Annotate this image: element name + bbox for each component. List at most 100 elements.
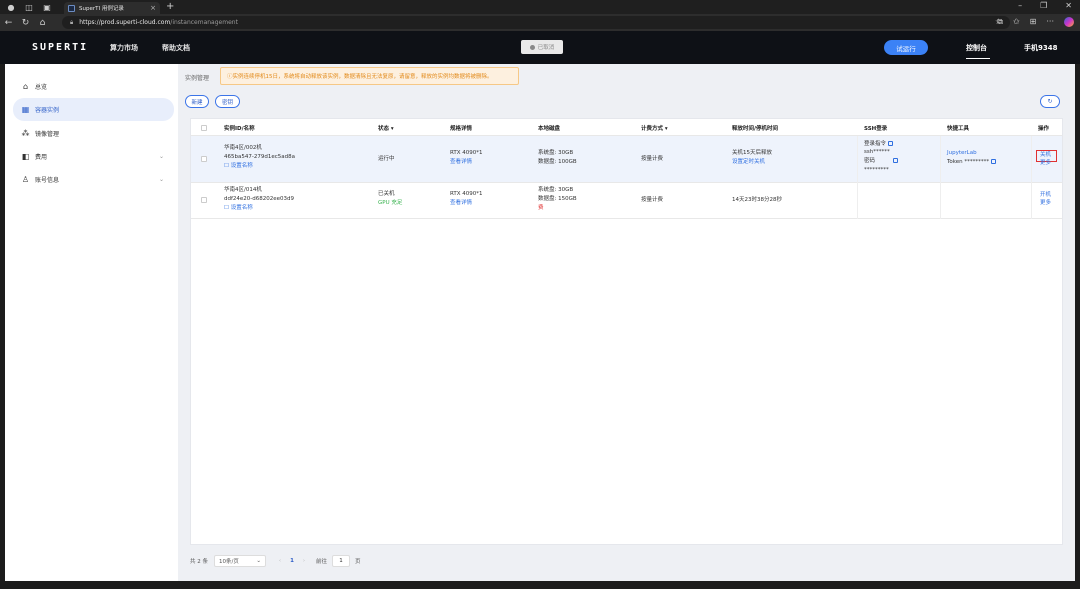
console-active-underline [966,58,990,59]
create-button[interactable]: 新建 [185,95,209,108]
billing-text: 按量计费 [641,155,663,164]
wallet-icon: ◧ [21,152,30,161]
disk-fee-note: 费 [538,204,544,213]
extensions-icon[interactable]: ⧉ [997,17,1003,27]
stopped-duration: 14天23时38分28秒 [732,196,782,205]
release-text: 关机15天后释放 [732,149,772,158]
main-content: 实例管理 ⓘ实例连续停机15日，系统将自动释放该实例，数据清除且无法复原，请留意… [185,64,1070,581]
spec-details-link[interactable]: 查看详情 [450,199,472,208]
disk-data: 数据盘: 100GB [538,158,577,167]
disk-system: 系统盘: 30GB [538,186,573,195]
restore-icon[interactable]: ❐ [1040,1,1047,10]
copy-icon[interactable] [888,141,893,146]
back-icon[interactable]: ← [0,18,17,28]
col-billing[interactable]: 计费方式 ▾ [641,124,668,132]
sidebar-item-label: 总览 [35,82,47,91]
scheduled-shutdown-link[interactable]: 设置定时关机 [732,158,765,167]
pagination: 共 2 条 10条/页⌄ ‹ 1 › 前往 1 页 [190,554,361,567]
col-status[interactable]: 状态 ▾ [378,124,394,132]
total-count: 共 2 条 [190,557,208,565]
sidebar-item-label: 费用 [35,152,47,161]
instance-id: 465ba547-279d1ec5ad8a [224,153,295,162]
column-divider [857,136,858,219]
select-all-checkbox[interactable] [201,125,207,131]
copy-icon[interactable] [991,159,996,164]
instance-table: 实例ID/名称 状态 ▾ 规格详情 本地磁盘 计费方式 ▾ 释放时间/停机时间 … [190,118,1063,545]
browser-tabstrip: ● ◫ ▣ SuperTI 用例记录 × + – ❐ ✕ [0,0,1080,14]
browser-tab[interactable]: SuperTI 用例记录 × [64,2,160,14]
close-window-icon[interactable]: ✕ [1065,1,1072,10]
goto-page-input[interactable]: 1 [332,555,350,567]
minimize-icon[interactable]: – [1018,1,1022,10]
tab-actions-icon[interactable]: ▣ [40,0,54,14]
table-row: 华南4区/014机 ddf24e20-d68202ee03d9 ☐ 设置名称 已… [191,183,1062,219]
page-size-select[interactable]: 10条/页⌄ [214,555,266,567]
copilot-icon[interactable] [1064,17,1074,27]
user-icon: ♙ [21,175,30,184]
col-release-time: 释放时间/停机时间 [732,124,778,132]
address-bar[interactable]: 🔒︎ https://prod.superti-cloud.com/instan… [62,16,1010,29]
more-actions-button[interactable]: 更多 [1040,159,1051,168]
app-header: SUPERTI 算力市场 帮助文档 已取消 试运行 控制台 手机9348 [0,31,1080,64]
window-bottom-edge [0,581,1080,589]
instance-name: 华南4区/002机 [224,144,262,153]
sidebar: ⌂ 总览 ▦ 容器实例 ⁂ 镜像管理 ◧ 费用 ⌄ ♙ 账号信息 ⌄ [5,64,178,581]
refresh-icon: ↻ [1047,98,1052,105]
set-name-link[interactable]: ☐ 设置名称 [224,204,253,213]
billing-text: 按量计费 [641,196,663,205]
col-spec: 规格详情 [450,124,472,132]
edit-icon: ☐ [224,205,231,211]
profile-icon[interactable]: ● [4,0,18,14]
spec-details-link[interactable]: 查看详情 [450,158,472,167]
nav-console[interactable]: 控制台 [966,43,987,53]
nav-help-docs[interactable]: 帮助文档 [162,43,190,53]
row-checkbox[interactable] [201,156,207,162]
sidebar-item-billing[interactable]: ◧ 费用 ⌄ [13,145,174,168]
home-icon: ⌂ [21,82,30,91]
column-divider [940,136,941,219]
brand-logo[interactable]: SUPERTI [32,42,88,53]
info-dot-icon [530,45,535,50]
page-number-current[interactable]: 1 [286,558,298,564]
url-path: /instancemanagement [170,19,238,26]
sidebar-item-container-instances[interactable]: ▦ 容器实例 [13,98,174,121]
jupyterlab-link[interactable]: JupyterLab [947,149,977,158]
status-pill-label: 已取消 [538,43,555,51]
gpu-status: GPU 充足 [378,199,402,208]
prev-page-button[interactable]: ‹ [274,558,286,564]
ssh-pwd-label-text: 密码 [864,158,875,164]
reload-icon[interactable]: ↻ [17,18,34,28]
workspaces-icon[interactable]: ◫ [22,0,36,14]
col-ssh: SSH登录 [864,124,887,132]
lock-icon[interactable]: 🔒︎ [70,19,73,27]
sidebar-item-image-management[interactable]: ⁂ 镜像管理 [13,122,174,145]
chevron-down-icon: ⌄ [159,153,164,160]
ssh-cmd-label-text: 登录指令 [864,141,886,147]
row-checkbox[interactable] [201,197,207,203]
collections-icon[interactable]: ⊞ [1030,17,1037,27]
chevron-down-icon: ⌄ [159,176,164,183]
sidebar-item-overview[interactable]: ⌂ 总览 [13,75,174,98]
more-menu-icon[interactable]: ··· [1046,17,1054,27]
favorites-icon[interactable]: ✩ [1013,17,1020,27]
nav-compute-market[interactable]: 算力市场 [110,43,138,53]
sidebar-item-account[interactable]: ♙ 账号信息 ⌄ [13,168,174,191]
ssh-pwd-value: ********* [864,166,889,175]
user-account[interactable]: 手机9348 [1024,43,1057,53]
status-text: 已关机 [378,190,395,199]
page-body: ⌂ 总览 ▦ 容器实例 ⁂ 镜像管理 ◧ 费用 ⌄ ♙ 账号信息 ⌄ 实例管理 … [5,64,1075,581]
home-browser-icon[interactable]: ⌂ [34,18,51,28]
new-tab-icon[interactable]: + [166,1,174,12]
more-actions-button[interactable]: 更多 [1040,199,1051,208]
page-suffix: 页 [355,557,361,565]
close-tab-icon[interactable]: × [150,4,156,12]
next-page-button[interactable]: › [298,558,310,564]
copy-icon[interactable] [893,158,898,163]
status-pill: 已取消 [521,40,563,54]
try-run-button[interactable]: 试运行 [884,40,928,55]
col-tools: 快捷工具 [947,124,969,132]
tab-title: SuperTI 用例记录 [79,4,150,12]
keys-button[interactable]: 密钥 [215,95,240,108]
set-name-link[interactable]: ☐ 设置名称 [224,162,253,171]
refresh-button[interactable]: ↻ [1040,95,1060,108]
